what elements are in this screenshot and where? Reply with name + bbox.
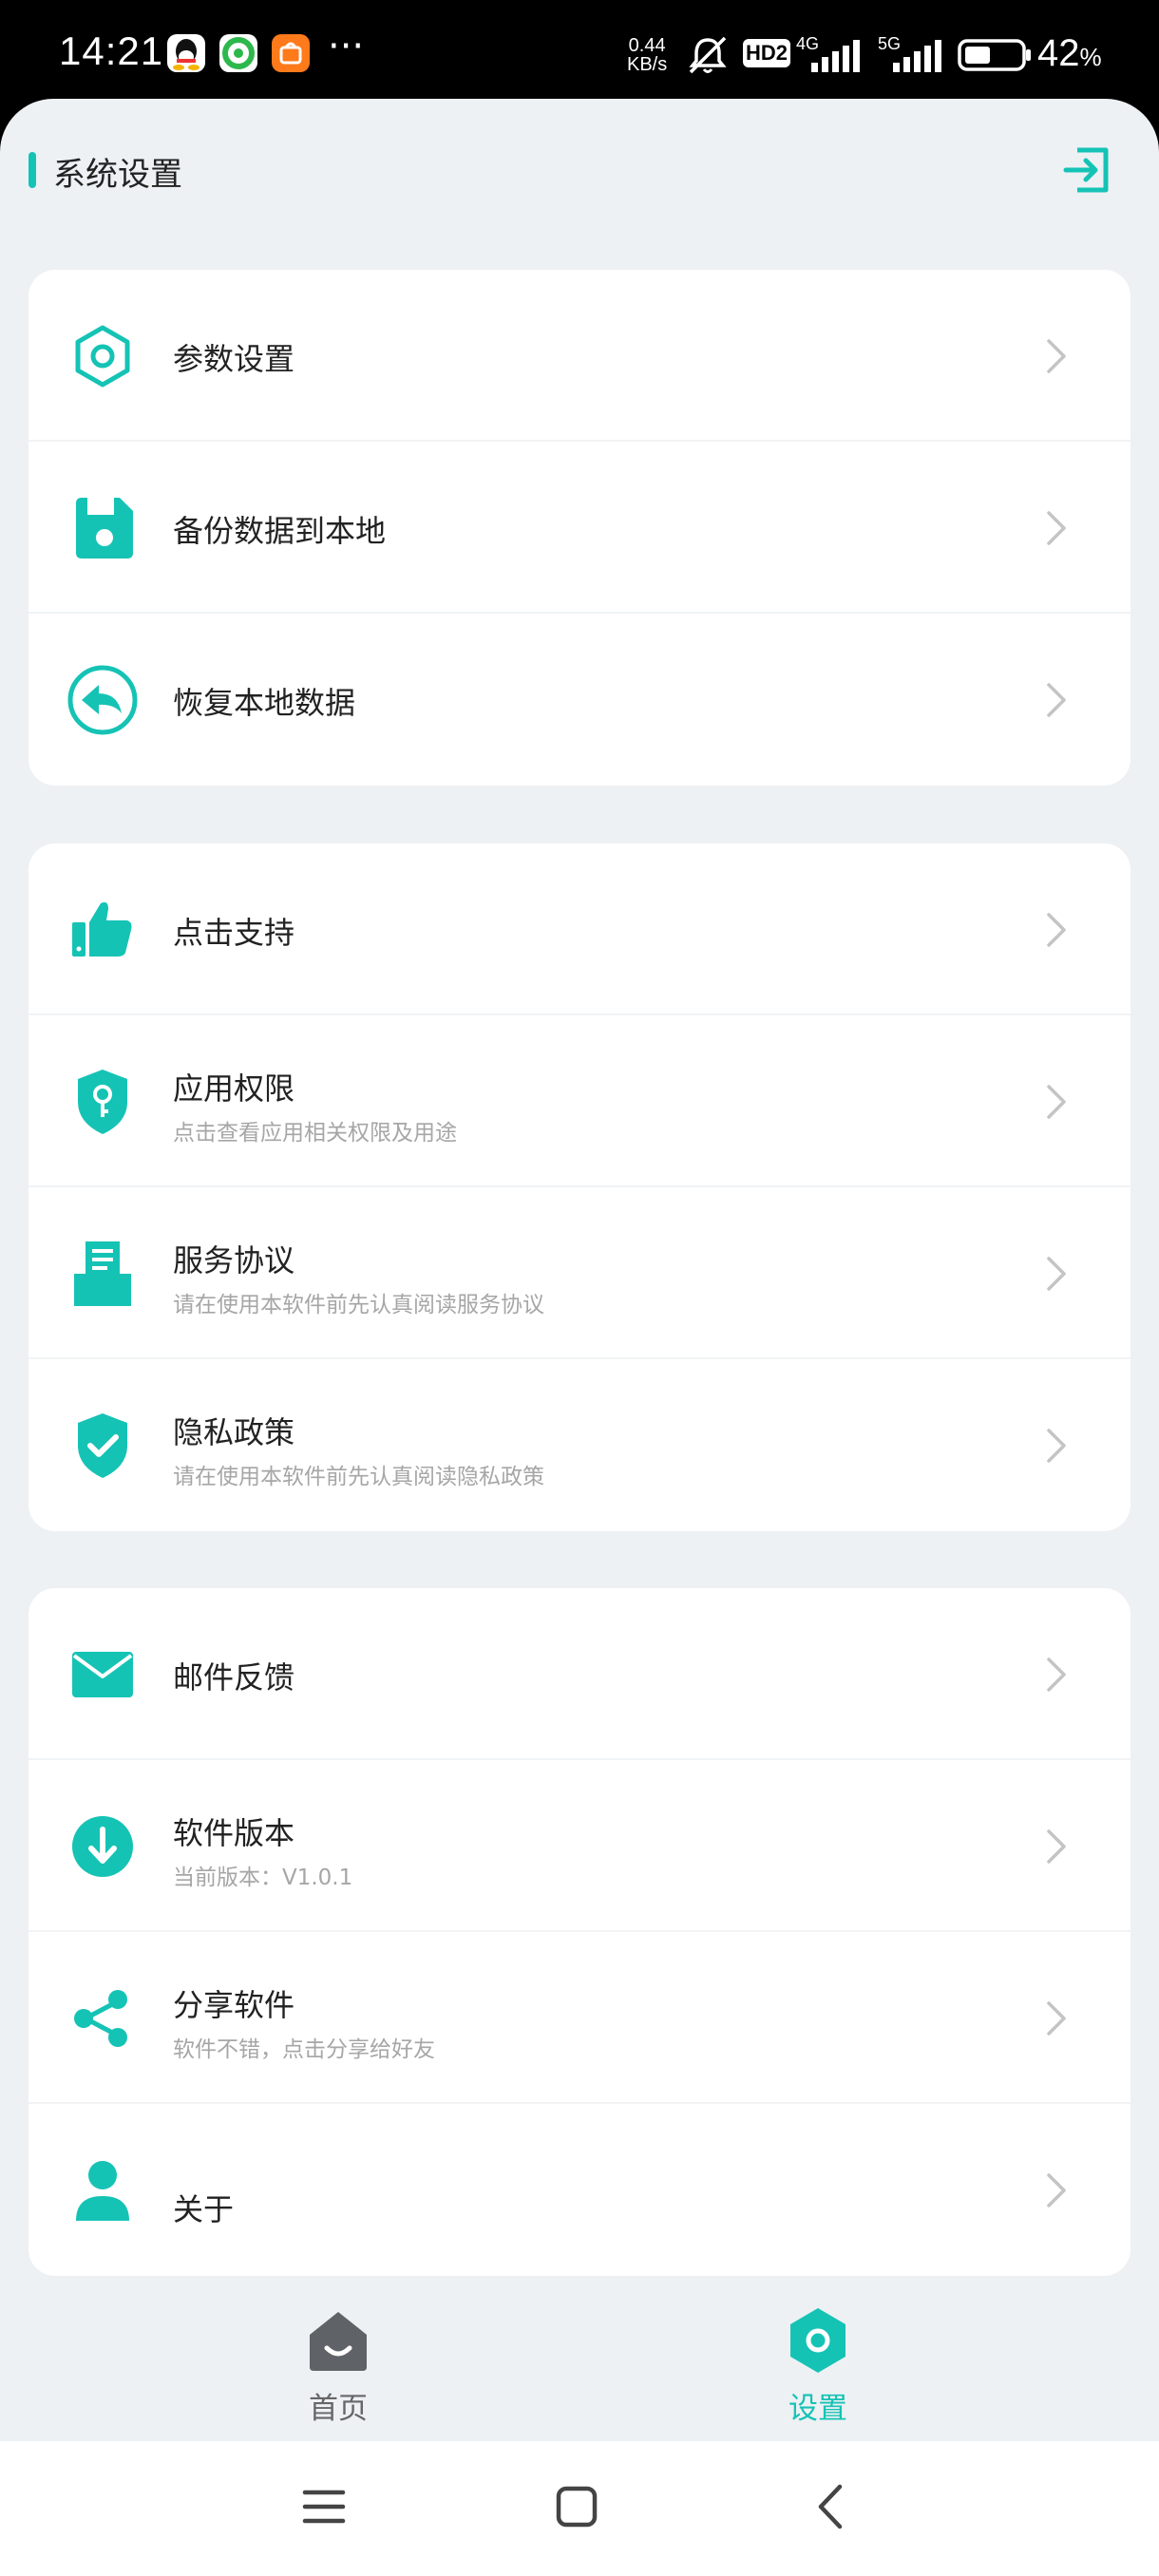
settings-icon [790,2308,846,2373]
bottom-tab-bar: 首页 设置 [0,2283,1159,2441]
mail-feedback-item[interactable]: 邮件反馈 [28,1588,1130,1760]
header: 系统设置 [0,99,1159,241]
user-icon [76,2160,129,2221]
service-agreement-item[interactable]: 服务协议 请在使用本软件前先认真阅读服务协议 [28,1187,1130,1359]
item-label: 邮件反馈 [173,1659,295,1695]
item-subtitle: 点击查看应用相关权限及用途 [173,1121,457,1146]
about-item[interactable]: 关于 [28,2104,1130,2276]
more-notifications-icon: ··· [328,25,365,68]
chevron-right-icon [1047,2172,1066,2207]
permissions-item[interactable]: 应用权限 点击查看应用相关权限及用途 [28,1015,1130,1187]
tab-label: 首页 [309,2392,368,2426]
network-speed: 0.44 KB/s [627,35,668,75]
chevron-right-icon [1047,2000,1066,2036]
param-settings-item[interactable]: 参数设置 [28,270,1130,442]
settings-group-data: 参数设置 备份数据到本地 恢复本地数据 [28,270,1130,786]
hd-badge: HD2 [743,39,790,67]
mail-icon [72,1651,133,1697]
menu-icon[interactable] [302,2485,346,2529]
chevron-right-icon [1047,1657,1066,1692]
restore-icon [67,665,138,734]
qq-app-icon [167,34,205,72]
item-label: 应用权限 [173,1070,295,1107]
support-item[interactable]: 点击支持 [28,843,1130,1015]
item-label: 服务协议 [173,1242,295,1279]
share-icon [74,1989,127,2047]
chevron-right-icon [1047,1256,1066,1291]
shield-check-icon [78,1412,127,1478]
shopping-app-icon [272,34,310,72]
signal-icon-1 [811,40,860,72]
home-icon [310,2312,367,2371]
item-subtitle: 软件不错，点击分享给好友 [173,2037,435,2062]
page-title: 系统设置 [53,156,182,194]
chevron-right-icon [1047,912,1066,947]
item-label: 关于 [173,2191,235,2227]
chevron-right-icon [1047,1828,1066,1864]
mute-bell-icon [689,36,727,74]
tab-settings[interactable]: 设置 [675,2283,960,2441]
settings-group-more: 邮件反馈 软件版本 当前版本：V1.0.1 分享软件 软件不错，点击分享给好友 … [28,1588,1130,2276]
share-software-item[interactable]: 分享软件 软件不错，点击分享给好友 [28,1932,1130,2104]
restore-data-item[interactable]: 恢复本地数据 [28,614,1130,786]
item-label: 分享软件 [173,1987,295,2023]
tab-label: 设置 [788,2392,847,2426]
chevron-right-icon [1047,682,1066,717]
signal-icon-2 [893,40,941,72]
green-app-icon [219,34,257,72]
backup-data-item[interactable]: 备份数据到本地 [28,442,1130,614]
item-subtitle: 请在使用本软件前先认真阅读服务协议 [173,1293,544,1317]
chevron-right-icon [1047,1428,1066,1463]
thumbs-up-icon [72,901,132,957]
title-accent-bar [28,152,36,188]
agreement-icon [74,1241,131,1306]
battery-icon [958,39,1031,71]
back-icon[interactable] [813,2483,847,2530]
status-bar: 14:21 ··· 0.44 KB/s HD2 4G 5G 42% [0,0,1159,104]
shield-key-icon [78,1069,127,1134]
item-subtitle: 请在使用本软件前先认真阅读隐私政策 [173,1465,544,1489]
item-label: 点击支持 [173,915,295,951]
settings-group-info: 点击支持 应用权限 点击查看应用相关权限及用途 服务协议 请在使用本软件前先认真… [28,843,1130,1531]
item-label: 隐私政策 [173,1414,295,1450]
item-subtitle: 当前版本：V1.0.1 [173,1866,353,1890]
download-icon [72,1815,133,1877]
item-label: 参数设置 [173,341,295,377]
software-version-item[interactable]: 软件版本 当前版本：V1.0.1 [28,1760,1130,1932]
system-nav-bar [0,2441,1159,2576]
item-label: 恢复本地数据 [173,685,356,721]
settings-screen: 系统设置 参数设置 备份数据到本地 恢复本地数据 点击支持 应用权限 点击查看应… [0,99,1159,2441]
logout-icon[interactable] [1062,144,1113,196]
battery-level: 42% [1037,32,1102,74]
privacy-policy-item[interactable]: 隐私政策 请在使用本软件前先认真阅读隐私政策 [28,1359,1130,1531]
save-icon [76,497,133,559]
tab-home[interactable]: 首页 [196,2283,481,2441]
chevron-right-icon [1047,1084,1066,1119]
item-label: 备份数据到本地 [173,513,387,549]
hexagon-settings-icon [75,325,130,387]
item-label: 软件版本 [173,1815,295,1851]
home-square-icon[interactable] [555,2485,598,2529]
status-time: 14:21 [59,28,164,73]
chevron-right-icon [1047,338,1066,373]
chevron-right-icon [1047,510,1066,545]
